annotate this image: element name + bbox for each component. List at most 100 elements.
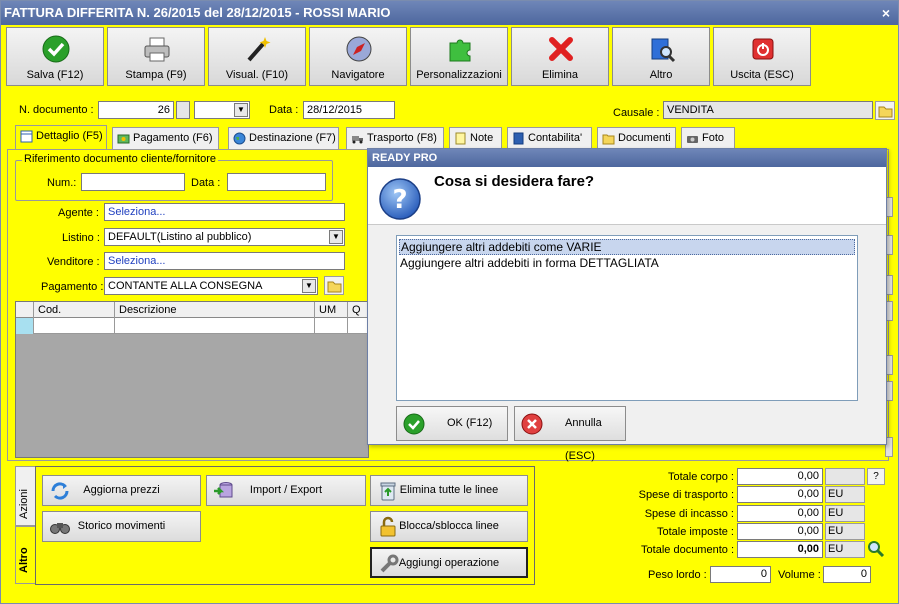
documents-icon	[602, 134, 615, 145]
causale-folder-button[interactable]	[875, 101, 895, 120]
exit-button[interactable]: Uscita (ESC)	[713, 27, 811, 86]
currency-label: EU	[825, 541, 865, 558]
spese-trasporto-field[interactable]: 0,00	[737, 486, 823, 503]
pagamento-label: Pagamento :	[41, 281, 104, 293]
list-item[interactable]: Aggiungere altri addebiti come VARIE	[399, 239, 855, 255]
tab-pagamento[interactable]: Pagamento (F6)	[112, 127, 219, 149]
chevron-down-icon[interactable]: ▼	[329, 230, 343, 244]
ref-num-field[interactable]	[81, 173, 185, 191]
lock-unlock-lines-button[interactable]: Blocca/sblocca linee	[370, 511, 528, 542]
movement-history-button[interactable]: Storico movimenti	[42, 511, 201, 542]
tab-altro[interactable]: Altro	[15, 526, 37, 584]
add-operation-button[interactable]: Aggiungi operazione	[370, 547, 528, 578]
payment-icon	[117, 134, 130, 144]
totale-corpo-extra	[825, 468, 865, 485]
pagamento-folder-button[interactable]	[324, 276, 344, 295]
doc-number-spin[interactable]	[176, 101, 190, 119]
options-list[interactable]: Aggiungere altri addebiti come VARIE Agg…	[396, 235, 858, 401]
customer-reference-title: Riferimento documento cliente/fornitore	[22, 153, 218, 165]
ok-button[interactable]: OK (F12)	[396, 406, 508, 441]
folder-icon	[878, 106, 893, 118]
customize-button[interactable]: Personalizzazioni	[410, 27, 508, 86]
currency-label: EU	[825, 486, 865, 503]
chevron-down-icon[interactable]: ▼	[302, 279, 316, 293]
table-row[interactable]	[16, 318, 368, 334]
delete-button[interactable]: Elimina	[511, 27, 609, 86]
help-button[interactable]: ?	[867, 468, 885, 485]
doc-number-label: N. documento :	[19, 104, 94, 116]
pagamento-select[interactable]: CONTANTE ALLA CONSEGNA ▼	[104, 277, 318, 295]
spese-incasso-label: Spese di incasso :	[644, 508, 734, 520]
folder-icon	[327, 281, 342, 293]
svg-text:?: ?	[392, 185, 407, 215]
venditore-field[interactable]: Seleziona...	[104, 252, 345, 270]
puzzle-icon	[449, 39, 471, 62]
choice-dialog: READY PRO ? Cosa si desidera fare? Aggiu…	[367, 148, 887, 462]
import-export-button[interactable]: Import / Export	[206, 475, 366, 506]
totale-documento-field[interactable]: 0,00	[737, 541, 823, 558]
date-label: Data :	[269, 104, 299, 116]
camera-icon	[687, 136, 698, 143]
lines-grid[interactable]: Cod. Descrizione UM Q	[15, 301, 369, 458]
check-icon	[42, 35, 70, 63]
totale-documento-label: Totale documento :	[641, 544, 734, 556]
preview-button[interactable]: Visual. (F10)	[208, 27, 306, 86]
doc-number-field[interactable]: 26	[98, 101, 174, 119]
date-field[interactable]: 28/12/2015	[303, 101, 395, 119]
spese-trasporto-label: Spese di trasporto :	[638, 489, 734, 501]
binoculars-icon	[50, 523, 70, 534]
column-descrizione[interactable]: Descrizione	[115, 302, 315, 318]
tab-foto[interactable]: Foto	[681, 127, 735, 149]
spese-incasso-field[interactable]: 0,00	[737, 505, 823, 522]
bottom-side-tabs: Azioni Altro	[15, 466, 37, 584]
close-icon[interactable]: ×	[882, 1, 890, 25]
chevron-down-icon[interactable]: ▼	[234, 103, 248, 117]
tab-trasporto[interactable]: Trasporto (F8)	[346, 127, 444, 149]
ref-date-field[interactable]	[227, 173, 326, 191]
totale-corpo-field[interactable]: 0,00	[737, 468, 823, 485]
window-titlebar: FATTURA DIFFERITA N. 26/2015 del 28/12/2…	[1, 1, 898, 25]
book-search-icon	[651, 38, 676, 63]
print-button[interactable]: Stampa (F9)	[107, 27, 205, 86]
detail-icon	[20, 130, 33, 143]
save-button[interactable]: Salva (F12)	[6, 27, 104, 86]
database-import-icon	[214, 482, 233, 498]
update-prices-button[interactable]: Aggiorna prezzi	[42, 475, 201, 506]
tab-destinazione[interactable]: Destinazione (F7)	[228, 127, 339, 149]
tab-azioni[interactable]: Azioni	[15, 466, 37, 526]
tab-documenti[interactable]: Documenti	[597, 127, 676, 149]
peso-lordo-field[interactable]: 0	[710, 566, 771, 583]
refresh-icon	[51, 482, 69, 500]
cell-um[interactable]	[315, 318, 348, 334]
column-cod[interactable]: Cod.	[34, 302, 115, 318]
more-button[interactable]: Altro	[612, 27, 710, 86]
tab-dettaglio[interactable]: Dettaglio (F5)	[15, 125, 107, 150]
agente-label: Agente :	[58, 207, 99, 219]
cancel-button[interactable]: Annulla (ESC)	[514, 406, 626, 462]
volume-field[interactable]: 0	[823, 566, 871, 583]
listino-select[interactable]: DEFAULT(Listino al pubblico) ▼	[104, 228, 345, 246]
column-um[interactable]: UM	[315, 302, 348, 318]
agente-field[interactable]: Seleziona...	[104, 203, 345, 221]
list-item[interactable]: Aggiungere altri addebiti in forma DETTA…	[399, 256, 855, 272]
check-icon	[403, 413, 425, 435]
recycle-bin-icon	[380, 482, 396, 501]
totale-imposte-field[interactable]: 0,00	[737, 523, 823, 540]
note-icon	[455, 132, 466, 145]
delete-all-lines-button[interactable]: Elimina tutte le linee	[370, 475, 528, 506]
compass-icon	[346, 36, 372, 62]
doc-series-select[interactable]: ▼	[194, 101, 250, 119]
navigator-button[interactable]: Navigatore	[309, 27, 407, 86]
magic-wand-icon	[247, 37, 271, 62]
tab-contabilita[interactable]: Contabilita'	[507, 127, 592, 149]
cell-cod[interactable]	[34, 318, 115, 334]
causale-field[interactable]: VENDITA	[663, 101, 873, 119]
ref-num-label: Num.:	[47, 177, 77, 189]
currency-label: EU	[825, 505, 865, 522]
row-indicator	[16, 318, 34, 334]
cell-descrizione[interactable]	[115, 318, 315, 334]
venditore-label: Venditore :	[47, 256, 100, 268]
zoom-icon[interactable]	[867, 540, 885, 558]
tab-note[interactable]: Note	[449, 127, 502, 149]
causale-label: Causale :	[613, 107, 660, 119]
